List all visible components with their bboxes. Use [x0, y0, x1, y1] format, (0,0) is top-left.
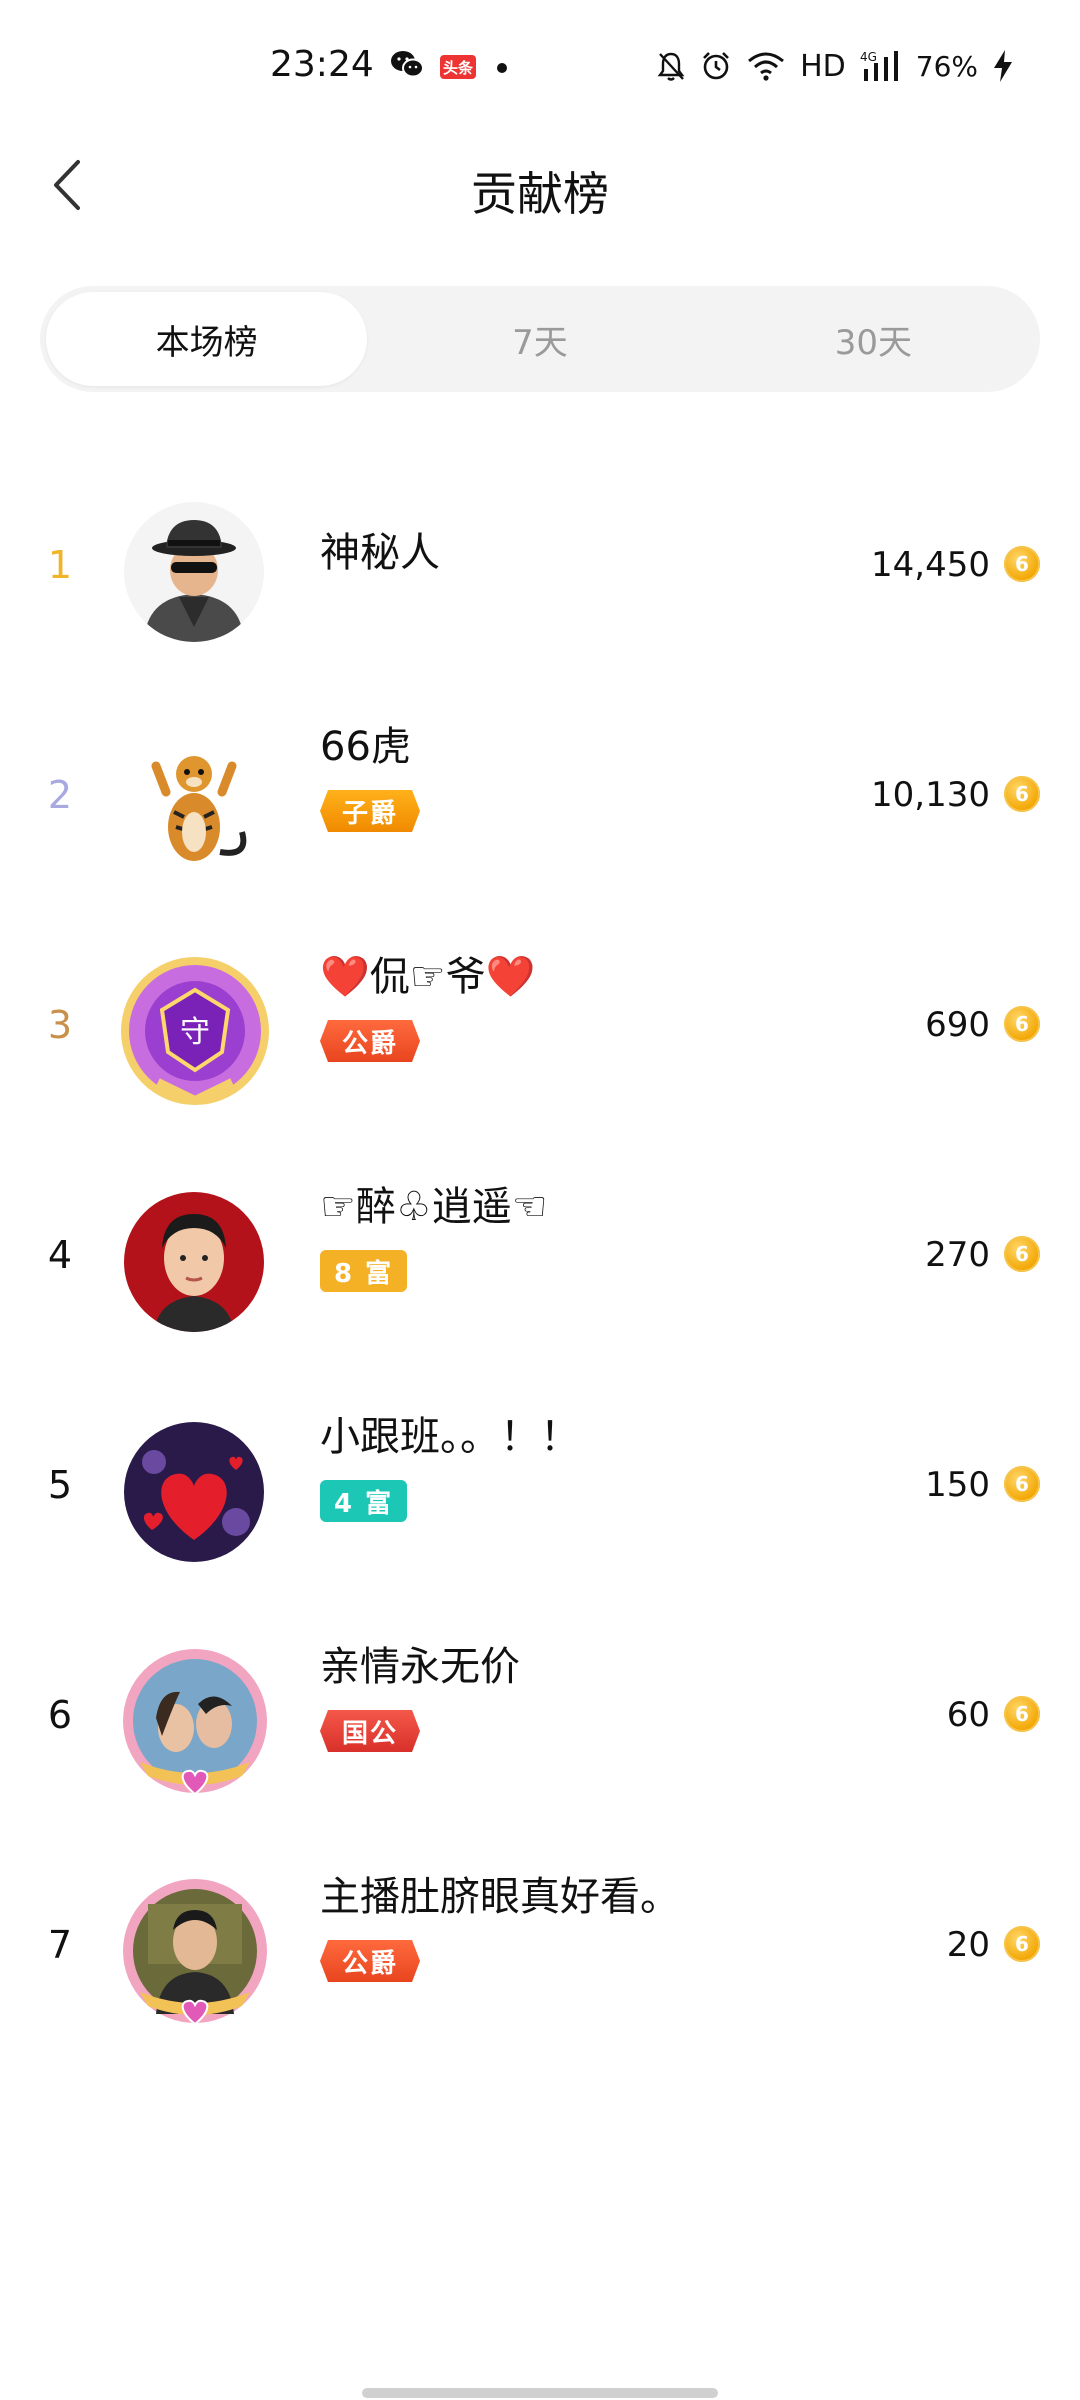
- rank-number: 5: [47, 1463, 73, 1507]
- status-right: HD 4G 76%: [656, 46, 1014, 86]
- ranking-row[interactable]: 7 主播肚脐眼真好看。 公爵 20 6: [0, 1830, 1080, 2060]
- rank-number: 2: [47, 773, 73, 817]
- tab-7-days[interactable]: 7天: [379, 292, 700, 386]
- contribution-score: 10,130: [871, 775, 990, 815]
- contribution-score: 270: [925, 1235, 990, 1275]
- user-name: ☞醉♧逍遥☜: [320, 1184, 548, 1230]
- tab-current-session[interactable]: 本场榜: [46, 292, 368, 386]
- ranking-row[interactable]: 6 亲情永无价 国公 60 6: [0, 1600, 1080, 1830]
- ranking-row[interactable]: 5 小跟班。。！！ 4 富 150 6: [0, 1370, 1080, 1600]
- user-name: 神秘人: [320, 530, 440, 576]
- notification-dot: [497, 63, 507, 73]
- status-bar: 23:24 头条 HD 4G 76%: [0, 0, 1080, 120]
- tab-30-days[interactable]: 30天: [713, 292, 1034, 386]
- alarm-icon: [703, 52, 730, 80]
- coin-icon: 6: [1004, 546, 1040, 582]
- contribution-score: 150: [925, 1465, 990, 1505]
- contribution-score: 60: [946, 1695, 990, 1735]
- noble-badge-viscount: 子爵: [320, 790, 421, 832]
- tab-bar: 本场榜 7天 30天: [40, 286, 1040, 392]
- portrait-avatar: [124, 1192, 264, 1332]
- contribution-score: 690: [925, 1005, 990, 1045]
- ranking-row[interactable]: 3 守 ❤️侃☞爷❤️ 公爵 690 6: [0, 910, 1080, 1140]
- man-avatar-frame: [123, 1879, 267, 2026]
- avatar[interactable]: [124, 732, 264, 872]
- avatar[interactable]: [124, 502, 264, 642]
- noble-badge-duke: 公爵: [320, 1020, 421, 1062]
- toutiao-icon: 头条: [440, 55, 476, 79]
- rank-number: 1: [47, 543, 73, 587]
- noble-badge-duke: 公爵: [320, 1940, 421, 1982]
- bell-muted-icon: [657, 52, 685, 81]
- wifi-icon: [748, 52, 785, 81]
- contribution-score: 14,450: [871, 545, 990, 585]
- status-time: 23:24: [270, 44, 374, 85]
- header: 贡献榜: [0, 120, 1080, 250]
- ranking-list: 1 神秘人 14,450 6 2 66虎 子爵 10,130 6 3 守 ❤️侃…: [0, 450, 1080, 2060]
- coin-icon: 6: [1004, 776, 1040, 812]
- rank-number: 6: [47, 1693, 73, 1737]
- noble-badge-national-duke: 国公: [320, 1710, 421, 1752]
- wealth-level-badge: 4 富: [320, 1480, 408, 1522]
- rank-number: 3: [47, 1003, 73, 1047]
- wealth-level-badge: 8 富: [320, 1250, 408, 1292]
- mystery-man-avatar: [124, 502, 264, 642]
- coin-icon: 6: [1004, 1926, 1040, 1962]
- tiger-avatar: [124, 732, 264, 872]
- couple-avatar-frame: [123, 1649, 267, 1796]
- signal-type: 4G: [860, 50, 877, 64]
- rank-number: 7: [47, 1923, 73, 1967]
- rank-number: 4: [47, 1233, 73, 1277]
- network-hd: HD: [800, 48, 846, 84]
- avatar[interactable]: [124, 1192, 264, 1332]
- page-title: 贡献榜: [471, 167, 609, 221]
- guardian-badge-avatar: 守: [121, 957, 269, 1105]
- avatar[interactable]: 守: [118, 954, 272, 1108]
- battery-level: 76%: [915, 49, 978, 83]
- signal-icon: 4G: [860, 50, 898, 81]
- contribution-score: 20: [946, 1925, 990, 1965]
- wechat-icon: [391, 51, 424, 78]
- heart-avatar: [124, 1422, 264, 1562]
- home-indicator[interactable]: [362, 2388, 718, 2398]
- user-name: 主播肚脐眼真好看。: [320, 1874, 680, 1920]
- avatar[interactable]: [118, 1644, 272, 1798]
- avatar[interactable]: [118, 1874, 272, 2028]
- coin-icon: 6: [1004, 1696, 1040, 1732]
- user-name: 66虎: [320, 724, 411, 770]
- user-name: 小跟班。。！！: [320, 1414, 580, 1460]
- user-name: 亲情永无价: [320, 1644, 520, 1690]
- ranking-row[interactable]: 2 66虎 子爵 10,130 6: [0, 680, 1080, 910]
- coin-icon: 6: [1004, 1466, 1040, 1502]
- charging-icon: [994, 50, 1012, 82]
- ranking-row[interactable]: 4 ☞醉♧逍遥☜ 8 富 270 6: [0, 1140, 1080, 1370]
- avatar[interactable]: [124, 1422, 264, 1562]
- ranking-row[interactable]: 1 神秘人 14,450 6: [0, 450, 1080, 680]
- coin-icon: 6: [1004, 1006, 1040, 1042]
- svg-text:守: 守: [180, 1015, 210, 1050]
- user-name: ❤️侃☞爷❤️: [320, 954, 536, 1000]
- coin-icon: 6: [1004, 1236, 1040, 1272]
